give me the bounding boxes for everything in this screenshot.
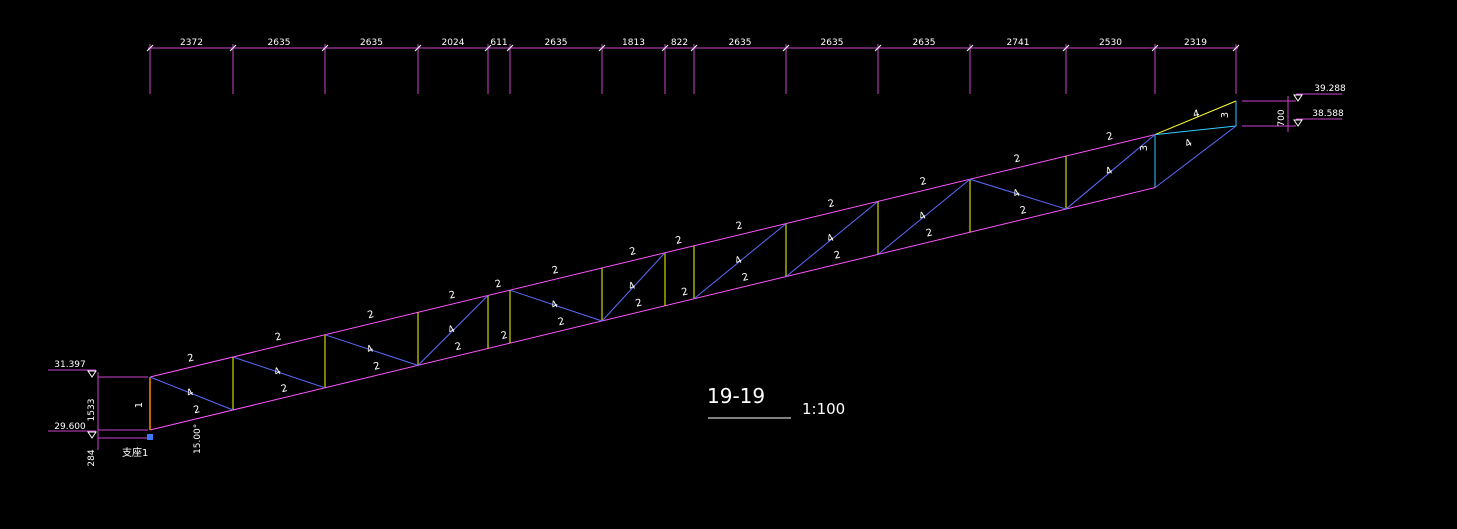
right-bottom-elevation: 38.588 [1312, 109, 1344, 119]
bottom-chord-label: 2 [500, 330, 509, 342]
support-label: 支座1 [122, 446, 148, 459]
bottom-chord-label: 2 [925, 227, 934, 239]
dimension-text-2530: 2530 [1099, 38, 1122, 48]
end-post-label: 1 [134, 402, 145, 408]
dimension-text-1813: 1813 [622, 38, 645, 48]
cad-drawing-canvas[interactable]: 2372 2635 2635 2024 611 2635 1813 822 2635 2635 26… [0, 0, 1457, 529]
top-chord-label: 2 [735, 220, 744, 232]
dimension-text-822: 822 [671, 38, 688, 48]
diagonal-label: 4 [549, 299, 560, 312]
bottom-chord-label: 2 [454, 341, 463, 353]
end-vertical-label: 3 [1220, 112, 1231, 118]
end-horizontal-member [1154, 125, 1237, 136]
end-member-label: 3 [1139, 145, 1150, 151]
bottom-chord-label: 2 [557, 316, 566, 328]
diagonal-label: 4 [627, 280, 638, 293]
angle-label: 15.00° [193, 424, 203, 454]
right-depth-dimension: 700 [1277, 109, 1287, 126]
bottom-chord-label: 2 [833, 250, 842, 262]
dimension-text-2372: 2372 [180, 38, 203, 48]
truss-elevation: 2222222222222222222222222444444444441334… [134, 100, 1237, 440]
dimension-text-2635: 2635 [268, 38, 291, 48]
diagonal-label: 4 [365, 344, 376, 357]
right-elevation-annotations: 39.288 38.588 700 [1242, 84, 1346, 132]
section-title-block: 19-19 1:100 [707, 384, 845, 419]
top-chord-label: 2 [274, 331, 283, 343]
bottom-chord-label: 2 [280, 383, 289, 395]
bottom-chord-label: 2 [372, 361, 381, 373]
dimension-text-2635: 2635 [729, 38, 752, 48]
left-elevation-marker-top [87, 370, 97, 378]
top-chord-label: 2 [827, 198, 836, 210]
right-top-elevation: 39.288 [1314, 84, 1346, 94]
right-elevation-marker-top [1293, 94, 1303, 102]
left-height-dimension: 1533 [87, 399, 97, 422]
dimension-text-2635: 2635 [821, 38, 844, 48]
dimension-text-611: 611 [490, 38, 507, 48]
bottom-chord-label: 2 [192, 404, 201, 416]
dimension-text-2635: 2635 [360, 38, 383, 48]
section-title: 19-19 [707, 384, 765, 408]
top-chord [149, 134, 1156, 378]
top-chord-label: 2 [674, 235, 683, 247]
bottom-chord [149, 187, 1156, 431]
top-dimension-chain: 2372 2635 2635 2024 611 2635 1813 822 2635 2635 26… [146, 38, 1240, 94]
left-offset-dimension: 284 [87, 449, 97, 466]
top-chord-label: 2 [186, 352, 195, 364]
top-chord-label: 2 [448, 289, 457, 301]
bottom-chord-label: 2 [680, 286, 689, 298]
left-elevation-marker-bottom [87, 431, 97, 439]
support-node [147, 434, 153, 440]
top-chord-label: 2 [1013, 153, 1022, 165]
top-chord-label: 2 [551, 265, 560, 277]
end-bottom-diagonal [1154, 125, 1237, 188]
dimension-text-2635: 2635 [545, 38, 568, 48]
top-chord-label: 2 [628, 246, 637, 258]
right-elevation-marker-bottom [1293, 119, 1303, 127]
diagonal-label: 4 [446, 324, 457, 337]
top-chord-label: 2 [1105, 131, 1114, 143]
top-chord-label: 2 [366, 309, 375, 321]
top-chord-label: 2 [494, 278, 503, 290]
end-diag-label: 4 [1183, 137, 1194, 150]
drawing-scale: 1:100 [802, 400, 845, 418]
bottom-chord-label: 2 [1019, 205, 1028, 217]
end-top-label: 4 [1192, 108, 1201, 120]
top-chord-label: 2 [919, 176, 928, 188]
bottom-chord-label: 2 [741, 272, 750, 284]
diagonal-label: 4 [1011, 188, 1022, 201]
diagonal-label: 4 [272, 366, 283, 379]
dimension-text-2741: 2741 [1007, 38, 1030, 48]
diagonal-label: 4 [185, 387, 196, 400]
left-top-elevation: 31.397 [54, 360, 86, 370]
dimension-text-2024: 2024 [442, 38, 465, 48]
dimension-text-2319: 2319 [1184, 38, 1207, 48]
bottom-chord-label: 2 [634, 297, 643, 309]
left-bottom-elevation: 29.600 [54, 422, 86, 432]
dimension-text-2635: 2635 [913, 38, 936, 48]
